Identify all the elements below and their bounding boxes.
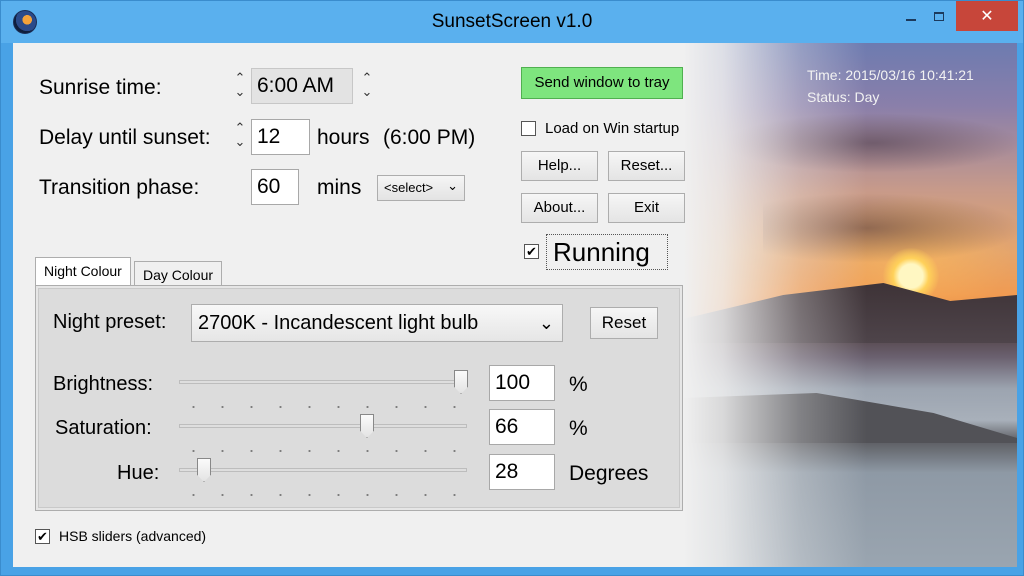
brightness-slider-thumb[interactable] xyxy=(454,370,468,394)
chevron-down-icon[interactable]: ⌄ xyxy=(232,135,248,149)
transition-unit: mins xyxy=(317,176,362,199)
sunset-time-display: (6:00 PM) xyxy=(383,126,476,149)
brightness-slider-track[interactable] xyxy=(179,380,467,384)
delay-unit: hours xyxy=(317,126,370,149)
running-checkbox[interactable]: ✔ xyxy=(524,244,539,259)
night-preset-reset-button[interactable]: Reset xyxy=(590,307,658,339)
status-state: Status: Day xyxy=(807,89,880,105)
load-on-startup-label[interactable]: Load on Win startup xyxy=(545,120,679,137)
brightness-unit: % xyxy=(569,373,588,396)
maximize-button[interactable] xyxy=(921,1,957,31)
transition-select[interactable]: <select> ⌄ xyxy=(377,175,465,201)
running-label[interactable]: Running xyxy=(546,234,668,270)
sunrise-time-label: Sunrise time: xyxy=(39,76,162,99)
exit-button[interactable]: Exit xyxy=(608,193,685,223)
window-title: SunsetScreen v1.0 xyxy=(431,11,593,32)
sunrise-spin-left[interactable]: ⌃ ⌄ xyxy=(232,71,248,105)
chevron-up-icon[interactable]: ⌃ xyxy=(232,121,248,135)
night-colour-panel: Night preset: 2700K - Incandescent light… xyxy=(35,285,683,511)
saturation-field[interactable]: 66 xyxy=(489,409,555,445)
hsb-sliders-checkbox[interactable]: ✔ xyxy=(35,529,50,544)
saturation-label: Saturation: xyxy=(55,417,152,439)
chevron-down-icon: ⌄ xyxy=(447,178,458,193)
send-to-tray-button[interactable]: Send window to tray xyxy=(521,67,683,99)
chevron-up-icon[interactable]: ⌃ xyxy=(359,71,375,85)
hue-slider-track[interactable] xyxy=(179,468,467,472)
delay-spin[interactable]: ⌃ ⌄ xyxy=(232,121,248,155)
hue-field[interactable]: 28 xyxy=(489,454,555,490)
saturation-slider-track[interactable] xyxy=(179,424,467,428)
chevron-down-icon[interactable]: ⌄ xyxy=(359,85,375,99)
chevron-down-icon: ⌄ xyxy=(538,313,554,333)
transition-label: Transition phase: xyxy=(39,176,200,199)
photo-fade xyxy=(683,43,1017,567)
night-colour-panel-inner: Night preset: 2700K - Incandescent light… xyxy=(38,288,680,508)
tab-day-colour[interactable]: Day Colour xyxy=(134,261,223,287)
status-time: Time: 2015/03/16 10:41:21 xyxy=(807,67,974,83)
hue-unit: Degrees xyxy=(569,462,649,485)
saturation-slider-thumb[interactable] xyxy=(360,414,374,438)
chevron-down-icon[interactable]: ⌄ xyxy=(232,85,248,99)
reset-all-button[interactable]: Reset... xyxy=(608,151,685,181)
sunset-photo: Time: 2015/03/16 10:41:21 Status: Day xyxy=(683,43,1017,567)
load-on-startup-checkbox[interactable] xyxy=(521,121,536,136)
hue-label: Hue: xyxy=(117,462,160,484)
help-button[interactable]: Help... xyxy=(521,151,598,181)
delay-hours-field[interactable]: 12 xyxy=(251,119,310,155)
night-preset-label: Night preset: xyxy=(53,311,167,333)
title-bar[interactable]: SunsetScreen v1.0 ✕ xyxy=(1,1,1023,43)
sunrise-time-field[interactable]: 6:00 AM xyxy=(251,68,353,104)
hue-slider-ticks xyxy=(179,493,469,497)
hsb-sliders-label[interactable]: HSB sliders (advanced) xyxy=(59,528,206,544)
night-preset-value: 2700K - Incandescent light bulb xyxy=(198,312,479,334)
delay-label: Delay until sunset: xyxy=(39,126,211,149)
maximize-icon xyxy=(934,11,944,21)
transition-field[interactable]: 60 xyxy=(251,169,299,205)
close-icon: ✕ xyxy=(980,8,994,25)
close-button[interactable]: ✕ xyxy=(956,1,1018,31)
saturation-slider-ticks xyxy=(179,449,469,453)
minimize-icon xyxy=(906,19,916,21)
saturation-unit: % xyxy=(569,417,588,440)
brightness-label: Brightness: xyxy=(53,373,154,395)
hue-slider-thumb[interactable] xyxy=(197,458,211,482)
client-area: Time: 2015/03/16 10:41:21 Status: Day Su… xyxy=(13,43,1017,567)
brightness-slider-ticks xyxy=(179,405,469,409)
sunrise-spin-right[interactable]: ⌃ ⌄ xyxy=(359,71,375,105)
night-preset-select[interactable]: 2700K - Incandescent light bulb ⌄ xyxy=(191,304,563,342)
tab-night-colour[interactable]: Night Colour xyxy=(35,257,131,287)
brightness-field[interactable]: 100 xyxy=(489,365,555,401)
app-window: SunsetScreen v1.0 ✕ Time: 2015/03/16 10:… xyxy=(0,0,1024,576)
about-button[interactable]: About... xyxy=(521,193,598,223)
chevron-up-icon[interactable]: ⌃ xyxy=(232,71,248,85)
transition-select-value: <select> xyxy=(384,180,434,195)
